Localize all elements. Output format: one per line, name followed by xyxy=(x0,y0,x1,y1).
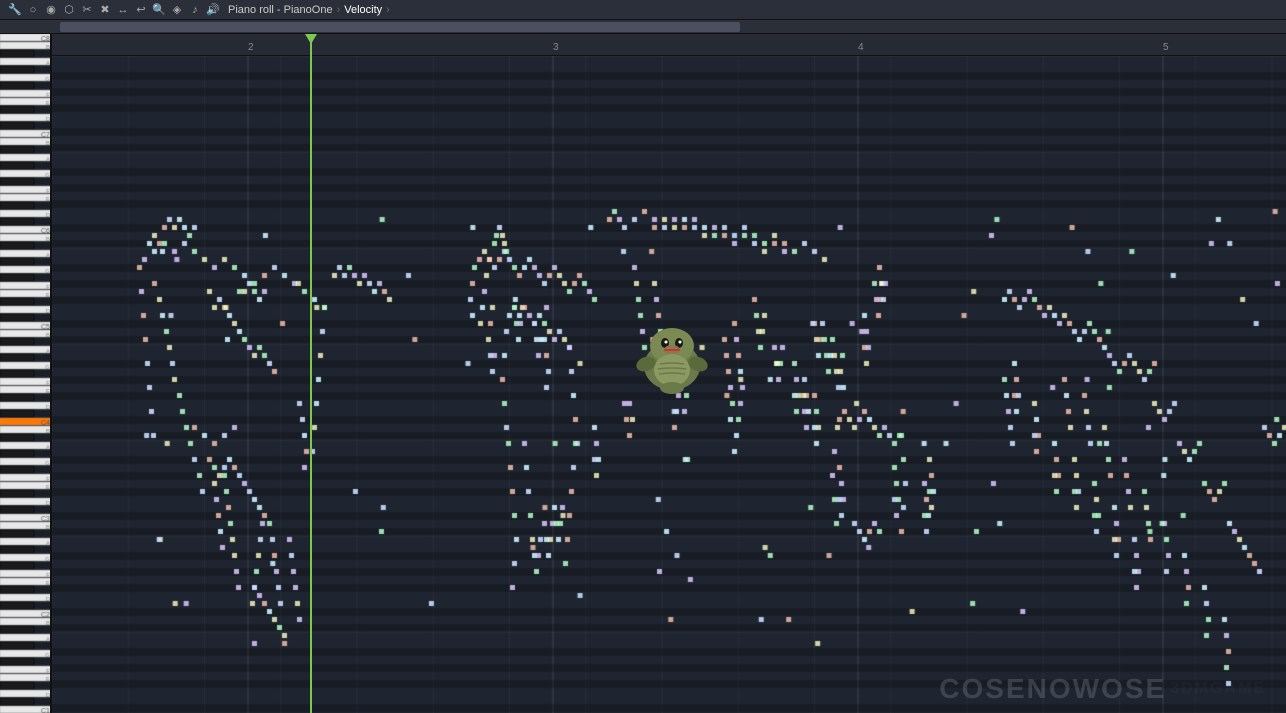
toolbar-icons: 🔧 ○ ◉ ⬡ ✂ ✖ ↔ ↩ 🔍 ◈ ♪ 🔊 xyxy=(8,3,220,17)
tool-undo[interactable]: ↩ xyxy=(134,3,148,17)
tool-arrows[interactable]: ↔ xyxy=(116,3,130,17)
tool-snap[interactable]: ◈ xyxy=(170,3,184,17)
measure-4: 4 xyxy=(858,42,864,55)
tool-zoom[interactable]: 🔍 xyxy=(152,3,166,17)
piano-roll-grid[interactable]: 2 3 4 5 xyxy=(52,34,1286,713)
tool-circle[interactable]: ○ xyxy=(26,3,40,17)
title-active: Velocity xyxy=(344,4,382,16)
piano-keyboard[interactable] xyxy=(0,34,52,713)
main-area: 2 3 4 5 xyxy=(0,34,1286,713)
measure-5: 5 xyxy=(1163,42,1169,55)
tool-hex[interactable]: ⬡ xyxy=(62,3,76,17)
tool-note[interactable]: ♪ xyxy=(188,3,202,17)
window-title: Piano roll - PianoOne › Velocity › xyxy=(228,4,390,16)
title-sep: › xyxy=(337,4,341,16)
titlebar: 🔧 ○ ◉ ⬡ ✂ ✖ ↔ ↩ 🔍 ◈ ♪ 🔊 Piano roll - Pia… xyxy=(0,0,1286,20)
tool-cut[interactable]: ✂ xyxy=(80,3,94,17)
title-main: Piano roll - PianoOne xyxy=(228,4,333,16)
roll-canvas xyxy=(52,34,1286,713)
horizontal-scrollbar[interactable] xyxy=(0,20,1286,34)
scroll-thumb[interactable] xyxy=(60,22,740,32)
title-chevron: › xyxy=(386,4,390,16)
measure-3: 3 xyxy=(553,42,559,55)
measure-ruler: 2 3 4 5 xyxy=(52,34,1286,56)
tool-magnet[interactable]: 🔧 xyxy=(8,3,22,17)
tool-speaker[interactable]: 🔊 xyxy=(206,3,220,17)
tool-dot[interactable]: ◉ xyxy=(44,3,58,17)
measure-2: 2 xyxy=(248,42,254,55)
tool-cross[interactable]: ✖ xyxy=(98,3,112,17)
